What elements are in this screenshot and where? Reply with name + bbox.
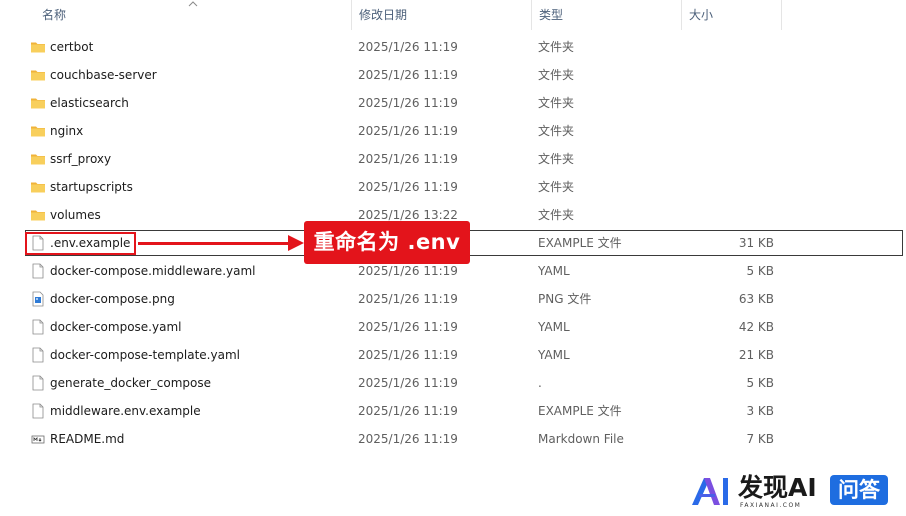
file-icon xyxy=(30,347,46,363)
folder-row[interactable]: certbot 2025/1/26 11:19 文件夹 xyxy=(24,33,904,61)
file-row[interactable]: docker-compose.png 2025/1/26 11:19 PNG 文件 6… xyxy=(24,285,904,313)
file-type: 文件夹 xyxy=(538,152,575,166)
folder-icon xyxy=(30,179,46,195)
column-name-header[interactable]: 名称 xyxy=(34,0,352,30)
file-type: . xyxy=(538,376,542,390)
file-size xyxy=(688,61,774,89)
folder-icon xyxy=(30,151,46,167)
file-size: 21 KB xyxy=(738,348,774,362)
arrow-line xyxy=(138,242,290,245)
file-name: elasticsearch xyxy=(50,96,129,110)
file-date: 2025/1/26 11:19 xyxy=(358,40,458,54)
file-type: 文件夹 xyxy=(538,68,575,82)
file-size xyxy=(688,145,774,173)
file-row[interactable]: generate_docker_compose 2025/1/26 11:19. 5… xyxy=(24,369,904,397)
file-type: 文件夹 xyxy=(538,96,575,110)
file-name: middleware.env.example xyxy=(50,404,201,418)
file-date: 2025/1/26 11:19 xyxy=(358,376,458,390)
file-name: generate_docker_compose xyxy=(50,376,211,390)
file-size xyxy=(688,201,774,229)
markdown-file-icon xyxy=(30,431,46,447)
file-size xyxy=(688,89,774,117)
file-date: 2025/1/26 11:19 xyxy=(358,68,458,82)
file-row[interactable]: README.md 2025/1/26 11:19 Markdown File 7 K… xyxy=(24,425,904,453)
file-size: 5 KB xyxy=(746,264,774,278)
column-header: 名称 修改日期 类型 大小 xyxy=(0,0,906,30)
file-date: 2025/1/26 11:19 xyxy=(358,96,458,110)
file-size xyxy=(688,173,774,201)
file-name: nginx xyxy=(50,124,84,138)
file-size: 3 KB xyxy=(746,404,774,418)
highlight-box xyxy=(25,232,136,255)
file-name: certbot xyxy=(50,40,94,54)
folder-row[interactable]: nginx 2025/1/26 11:19 文件夹 xyxy=(24,117,904,145)
qa-badge: 问答 xyxy=(830,475,888,505)
brand-logo-icon xyxy=(692,478,728,505)
file-date: 2025/1/26 11:19 xyxy=(358,124,458,138)
file-row[interactable]: docker-compose.yaml 2025/1/26 11:19 YAML 42… xyxy=(24,313,904,341)
file-date: 2025/1/26 11:19 xyxy=(358,152,458,166)
file-type: 文件夹 xyxy=(538,180,575,194)
file-date: 2025/1/26 11:19 xyxy=(358,432,458,446)
file-size: 42 KB xyxy=(738,320,774,334)
file-name: couchbase-server xyxy=(50,68,157,82)
file-type: 文件夹 xyxy=(538,208,575,222)
file-row[interactable]: middleware.env.example 2025/1/26 11:19 EXA… xyxy=(24,397,904,425)
file-type: 文件夹 xyxy=(538,40,575,54)
file-type: PNG 文件 xyxy=(538,292,592,306)
folder-icon xyxy=(30,207,46,223)
file-date: 2025/1/26 11:19 xyxy=(358,320,458,334)
file-name: ssrf_proxy xyxy=(50,152,112,166)
file-name: README.md xyxy=(50,432,125,446)
brand-subtext: FAXIANAI.COM xyxy=(740,502,802,509)
file-type: YAML xyxy=(538,320,570,334)
file-icon xyxy=(30,403,46,419)
file-size: 63 KB xyxy=(738,292,774,306)
file-type: YAML xyxy=(538,264,570,278)
folder-row[interactable]: couchbase-server 2025/1/26 11:19 文件夹 xyxy=(24,61,904,89)
file-size xyxy=(688,117,774,145)
file-name: docker-compose.png xyxy=(50,292,175,306)
file-size: 31 KB xyxy=(738,236,774,250)
file-size: 7 KB xyxy=(746,432,774,446)
folder-row[interactable]: elasticsearch 2025/1/26 11:19 文件夹 xyxy=(24,89,904,117)
folder-row[interactable]: startupscripts 2025/1/26 11:19 文件夹 xyxy=(24,173,904,201)
file-date: 2025/1/26 11:19 xyxy=(358,292,458,306)
file-name: docker-compose.middleware.yaml xyxy=(50,264,256,278)
folder-icon xyxy=(30,123,46,139)
file-type: Markdown File xyxy=(538,432,624,446)
file-row[interactable]: docker-compose-template.yaml 2025/1/26 11… xyxy=(24,341,904,369)
image-file-icon xyxy=(30,291,46,307)
file-name: docker-compose-template.yaml xyxy=(50,348,240,362)
file-icon xyxy=(30,319,46,335)
file-icon xyxy=(30,375,46,391)
file-name: startupscripts xyxy=(50,180,133,194)
file-size: 5 KB xyxy=(746,376,774,390)
file-name: volumes xyxy=(50,208,101,222)
file-name: docker-compose.yaml xyxy=(50,320,182,334)
file-date: 2025/1/26 11:19 xyxy=(358,180,458,194)
file-type: YAML xyxy=(538,348,570,362)
brand-text: 发现AI xyxy=(738,473,817,502)
folder-icon xyxy=(30,67,46,83)
file-type: 文件夹 xyxy=(538,124,575,138)
column-date-header[interactable]: 修改日期 xyxy=(351,0,531,30)
arrow-right-icon xyxy=(288,235,304,251)
rename-callout: 重命名为 .env xyxy=(304,221,470,264)
file-size xyxy=(688,33,774,61)
file-type: EXAMPLE 文件 xyxy=(538,404,622,418)
folder-row[interactable]: ssrf_proxy 2025/1/26 11:19 文件夹 xyxy=(24,145,904,173)
watermark-logo: 发现AI FAXIANAI.COM 问答 xyxy=(690,472,904,512)
file-icon xyxy=(30,263,46,279)
folder-icon xyxy=(30,95,46,111)
file-date: 2025/1/26 11:19 xyxy=(358,404,458,418)
column-size-header[interactable]: 大小 xyxy=(681,0,781,30)
column-type-header[interactable]: 类型 xyxy=(531,0,681,30)
file-type: EXAMPLE 文件 xyxy=(538,236,622,250)
file-date: 2025/1/26 11:19 xyxy=(358,348,458,362)
column-divider[interactable] xyxy=(781,0,782,30)
folder-icon xyxy=(30,39,46,55)
